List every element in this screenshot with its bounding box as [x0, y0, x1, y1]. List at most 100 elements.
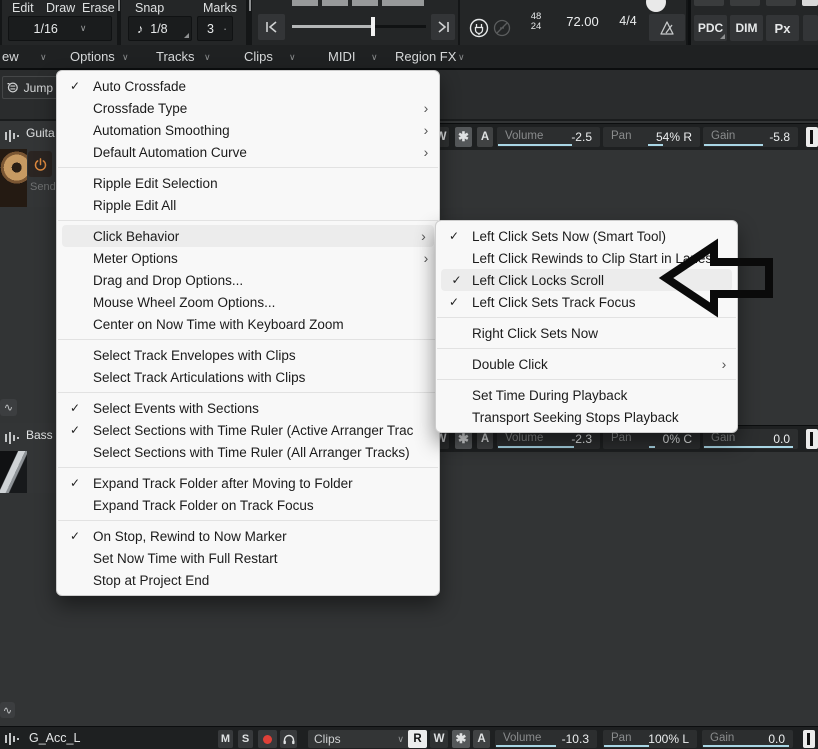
write-automation-button[interactable]: W	[430, 730, 448, 748]
gain-field[interactable]: Gain 0.0	[702, 730, 793, 748]
menu-clips[interactable]: Clips	[244, 49, 273, 64]
menu-item-on-stop-rewind[interactable]: ✓ On Stop, Rewind to Now Marker	[57, 525, 439, 547]
partial-button[interactable]	[803, 15, 818, 41]
menu-item-auto-crossfade[interactable]: ✓ Auto Crossfade	[57, 75, 439, 97]
slider-thumb[interactable]	[371, 17, 375, 36]
go-to-start-button[interactable]	[258, 14, 285, 40]
menu-region-fx[interactable]: Region FX	[395, 49, 456, 64]
position-slider[interactable]	[292, 17, 426, 36]
menu-item-set-time-during-playback[interactable]: Set Time During Playback	[436, 384, 737, 406]
read-automation-button[interactable]: R	[408, 730, 427, 748]
track-name[interactable]: Guita	[26, 126, 55, 140]
automation-curve-button[interactable]: ∿	[0, 399, 17, 416]
menu-item-select-events-with-sections[interactable]: ✓ Select Events with Sections	[57, 397, 439, 419]
menu-item-set-now-time-full-restart[interactable]: Set Now Time with Full Restart	[57, 547, 439, 569]
transport-group	[252, 0, 458, 45]
menu-item-expand-folder-on-focus[interactable]: Expand Track Folder on Track Focus	[57, 494, 439, 516]
menu-item-right-click-sets-now[interactable]: Right Click Sets Now	[436, 322, 737, 344]
mute-button[interactable]: M	[218, 730, 233, 748]
auto-button[interactable]: A	[473, 730, 490, 748]
plug-icon[interactable]	[468, 17, 490, 44]
corner-triangle-icon	[720, 34, 725, 39]
monitor-button[interactable]	[280, 730, 297, 748]
divider	[249, 0, 251, 11]
menu-item-ripple-edit-all[interactable]: Ripple Edit All	[57, 194, 439, 216]
menu-item-crossfade-type[interactable]: Crossfade Type ›	[57, 97, 439, 119]
track-name[interactable]: G_Acc_L	[29, 731, 80, 745]
menu-item-select-track-envelopes[interactable]: Select Track Envelopes with Clips	[57, 344, 439, 366]
menu-view[interactable]: ew	[2, 49, 19, 64]
phase-invert-button[interactable]	[803, 730, 815, 748]
menu-item-click-behavior[interactable]: Click Behavior ›	[62, 225, 434, 247]
menu-item-left-click-sets-now[interactable]: ✓ Left Click Sets Now (Smart Tool)	[436, 225, 737, 247]
solo-button[interactable]: S	[238, 730, 253, 748]
star-automation-button[interactable]: ✱	[455, 127, 472, 147]
volume-field[interactable]: Volume -2.5	[497, 127, 600, 147]
auto-button[interactable]: A	[477, 127, 493, 147]
menu-item-select-sections-all-arranger[interactable]: Select Sections with Time Ruler (All Arr…	[57, 441, 439, 463]
menu-separator	[437, 379, 736, 380]
phase-invert-button[interactable]	[806, 429, 818, 449]
gain-value: 0.0	[773, 432, 790, 446]
menu-item-label: Ripple Edit Selection	[93, 175, 218, 191]
snap-value-dropdown[interactable]: ♪ 1/8	[128, 16, 192, 41]
go-to-end-button[interactable]	[431, 14, 455, 40]
pdc-button[interactable]: PDC	[694, 15, 727, 41]
menu-item-left-click-locks-scroll[interactable]: ✓ Left Click Locks Scroll	[441, 269, 732, 291]
menu-tracks[interactable]: Tracks	[156, 49, 195, 64]
sample-rate-display[interactable]: 48 24	[524, 12, 548, 32]
menu-item-meter-options[interactable]: Meter Options ›	[57, 247, 439, 269]
menu-midi[interactable]: MIDI	[328, 49, 355, 64]
jump-button[interactable]: Jump	[2, 76, 58, 99]
menu-item-ripple-edit-selection[interactable]: Ripple Edit Selection	[57, 172, 439, 194]
menu-item-expand-folder-after-moving[interactable]: ✓ Expand Track Folder after Moving to Fo…	[57, 472, 439, 494]
menu-item-mouse-wheel-zoom-options[interactable]: Mouse Wheel Zoom Options...	[57, 291, 439, 313]
edit-tool-button[interactable]: Edit	[12, 1, 34, 15]
track-header-guitar[interactable]: Guita Send	[0, 121, 57, 207]
track-header-bass[interactable]: Bass	[0, 423, 57, 493]
volume-field[interactable]: Volume -10.3	[495, 730, 597, 748]
phase-invert-button[interactable]	[806, 127, 818, 147]
slashed-circle-icon[interactable]	[493, 19, 511, 42]
chevron-down-icon: ∨	[204, 52, 211, 62]
listen-button[interactable]: ∨	[766, 0, 796, 6]
menu-item-select-track-articulations[interactable]: Select Track Articulations with Clips	[57, 366, 439, 388]
fx-button[interactable]: FX	[694, 0, 724, 6]
menu-item-label: Select Sections with Time Ruler (All Arr…	[93, 444, 410, 460]
menu-item-label: Select Track Envelopes with Clips	[93, 347, 296, 363]
record-arm-button[interactable]	[258, 730, 277, 748]
grid-value-dropdown[interactable]: 1/16 ∨	[8, 16, 112, 41]
menu-item-left-click-sets-track-focus[interactable]: ✓ Left Click Sets Track Focus	[436, 291, 737, 313]
time-signature-display[interactable]: 4/4	[610, 14, 646, 31]
solo-bracket-button[interactable]: [S]	[730, 0, 760, 6]
menu-item-automation-smoothing[interactable]: Automation Smoothing ›	[57, 119, 439, 141]
px-button[interactable]: Px	[766, 15, 799, 41]
gain-field[interactable]: Gain -5.8	[703, 127, 798, 147]
active-button-partial[interactable]	[802, 0, 818, 6]
menu-item-drag-and-drop-options[interactable]: Drag and Drop Options...	[57, 269, 439, 291]
menu-item-left-click-rewinds[interactable]: Left Click Rewinds to Clip Start in Lane…	[436, 247, 737, 269]
automation-curve-button[interactable]: ∿	[0, 702, 15, 718]
track-name[interactable]: Bass	[26, 428, 53, 442]
menu-item-transport-seeking-stops-playback[interactable]: Transport Seeking Stops Playback	[436, 406, 737, 428]
guitar-track-image	[0, 149, 27, 207]
erase-tool-button[interactable]: Erase	[82, 1, 115, 15]
power-button[interactable]	[28, 151, 52, 177]
track-mode-dropdown[interactable]: Clips ∨	[308, 730, 410, 748]
menu-item-default-automation-curve[interactable]: Default Automation Curve ›	[57, 141, 439, 163]
menu-item-stop-at-project-end[interactable]: Stop at Project End	[57, 569, 439, 591]
draw-tool-button[interactable]: Draw	[46, 1, 75, 15]
menu-item-select-sections-active-arranger[interactable]: ✓ Select Sections with Time Ruler (Activ…	[57, 419, 439, 441]
send-label[interactable]: Send	[30, 181, 56, 193]
snap-count-box[interactable]: 3 ·	[197, 16, 233, 41]
pan-field[interactable]: Pan 100% L	[603, 730, 697, 748]
metronome-button[interactable]	[649, 14, 685, 41]
gain-meter	[703, 745, 789, 747]
menu-item-double-click[interactable]: Double Click ›	[436, 353, 737, 375]
tempo-display[interactable]: 72.00	[555, 14, 610, 31]
menu-item-center-on-now-time[interactable]: Center on Now Time with Keyboard Zoom	[57, 313, 439, 335]
menu-options[interactable]: Options	[70, 49, 115, 64]
pan-field[interactable]: Pan 54% R	[603, 127, 700, 147]
dim-button[interactable]: DIM	[730, 15, 763, 41]
star-automation-button[interactable]: ✱	[452, 730, 470, 748]
